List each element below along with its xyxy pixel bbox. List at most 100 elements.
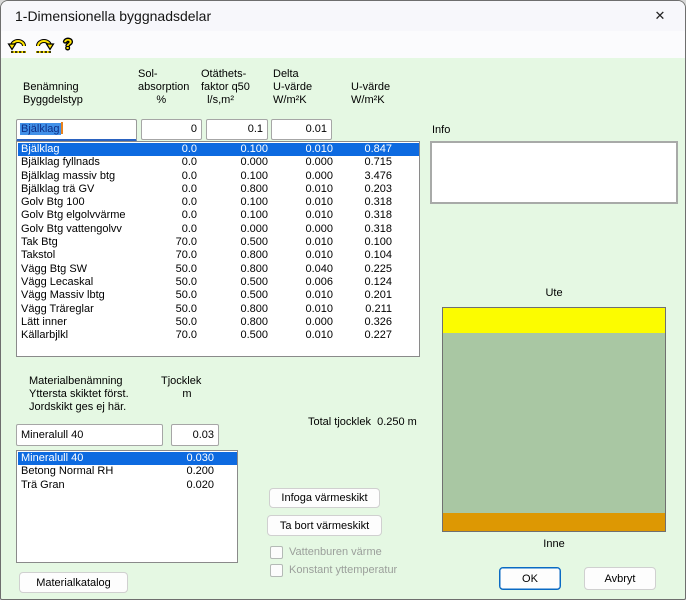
part-name-cell: Källarbjlkl <box>18 329 128 342</box>
part-name-cell: Vägg Lecaskal <box>18 276 128 289</box>
thickness-header: Tjocklek m <box>161 375 201 401</box>
building-part-row[interactable]: Källarbjlkl 70.0 0.500 0.010 0.227 <box>18 329 419 342</box>
part-sol-cell: 50.0 <box>128 289 197 302</box>
material-thickness-cell: 0.030 <box>158 452 214 465</box>
material-row[interactable]: Mineralull 40 0.030 <box>18 452 237 465</box>
building-part-row[interactable]: Bjälklag fyllnads 0.0 0.000 0.000 0.715 <box>18 156 419 169</box>
part-name-cell: Golv Btg 100 <box>18 196 128 209</box>
building-part-row[interactable]: Golv Btg 100 0.0 0.100 0.010 0.318 <box>18 196 419 209</box>
part-delta-cell: 0.010 <box>268 289 333 302</box>
part-name-cell: Vägg Massiv lbtg <box>18 289 128 302</box>
material-name-cell: Trä Gran <box>18 479 158 492</box>
part-name-cell: Bjälklag <box>18 143 128 156</box>
part-delta-cell: 0.000 <box>268 156 333 169</box>
header-uvarde: U-värde W/m²K <box>351 81 390 107</box>
building-part-row[interactable]: Takstol 70.0 0.800 0.010 0.104 <box>18 249 419 262</box>
part-u-cell: 0.318 <box>333 209 392 222</box>
part-q50-cell: 0.800 <box>197 303 268 316</box>
building-part-row[interactable]: Bjälklag massiv btg 0.0 0.100 0.000 3.47… <box>18 170 419 183</box>
building-part-row[interactable]: Vägg Massiv lbtg 50.0 0.500 0.010 0.201 <box>18 289 419 302</box>
insert-heat-layer-button[interactable]: Infoga värmeskikt <box>269 488 380 508</box>
part-sol-cell: 70.0 <box>128 329 197 342</box>
part-delta-cell: 0.000 <box>268 170 333 183</box>
part-q50-cell: 0.100 <box>197 196 268 209</box>
part-delta-cell: 0.010 <box>268 183 333 196</box>
part-name-cell: Bjälklag fyllnads <box>18 156 128 169</box>
part-sol-cell: 0.0 <box>128 209 197 222</box>
part-u-cell: 0.847 <box>333 143 392 156</box>
layer-band-inner <box>443 513 665 531</box>
part-sol-cell: 50.0 <box>128 316 197 329</box>
part-q50-cell: 0.800 <box>197 249 268 262</box>
part-sol-cell: 50.0 <box>128 276 197 289</box>
material-thickness-cell: 0.200 <box>158 465 214 478</box>
text-caret <box>61 122 63 134</box>
material-row[interactable]: Betong Normal RH 0.200 <box>18 465 237 478</box>
part-q50-cell: 0.000 <box>197 156 268 169</box>
part-delta-cell: 0.010 <box>268 236 333 249</box>
part-delta-cell: 0.010 <box>268 303 333 316</box>
diagram-inside-label: Inne <box>442 538 666 550</box>
part-sol-cell: 0.0 <box>128 196 197 209</box>
remove-heat-layer-button[interactable]: Ta bort värmeskikt <box>267 515 382 536</box>
redo-button[interactable] <box>32 34 56 55</box>
part-delta-cell: 0.010 <box>268 196 333 209</box>
water-heating-label: Vattenburen värme <box>289 546 382 559</box>
building-part-list[interactable]: Bjälklag 0.0 0.100 0.010 0.847 Bjälklag … <box>16 141 420 357</box>
part-q50-cell: 0.800 <box>197 263 268 276</box>
part-q50-cell: 0.800 <box>197 316 268 329</box>
part-delta-cell: 0.010 <box>268 209 333 222</box>
part-q50-cell: 0.500 <box>197 329 268 342</box>
part-sol-cell: 70.0 <box>128 236 197 249</box>
building-part-row[interactable]: Bjälklag trä GV 0.0 0.800 0.010 0.203 <box>18 183 419 196</box>
part-sol-cell: 0.0 <box>128 223 197 236</box>
close-button[interactable]: ✕ <box>639 2 681 30</box>
ok-button[interactable]: OK <box>499 567 561 590</box>
part-u-cell: 3.476 <box>333 170 392 183</box>
info-box[interactable] <box>430 141 678 204</box>
part-q50-cell: 0.100 <box>197 170 268 183</box>
part-delta-cell: 0.000 <box>268 316 333 329</box>
help-icon: ? <box>63 37 72 52</box>
building-part-row[interactable]: Bjälklag 0.0 0.100 0.010 0.847 <box>18 143 419 156</box>
material-thickness-input[interactable]: 0.03 <box>171 424 219 446</box>
part-q50-cell: 0.500 <box>197 236 268 249</box>
building-part-row[interactable]: Tak Btg 70.0 0.500 0.010 0.100 <box>18 236 419 249</box>
material-list[interactable]: Mineralull 40 0.030 Betong Normal RH 0.2… <box>16 450 238 563</box>
header-solabsorption: Sol- absorption % <box>138 68 189 107</box>
building-part-row[interactable]: Vägg Träreglar 50.0 0.800 0.010 0.211 <box>18 303 419 316</box>
constant-temp-checkbox <box>270 564 283 577</box>
q50-input[interactable]: 0.1 <box>206 119 268 140</box>
building-part-row[interactable]: Golv Btg elgolvvärme 0.0 0.100 0.010 0.3… <box>18 209 419 222</box>
undo-button[interactable] <box>6 34 30 55</box>
cancel-button[interactable]: Avbryt <box>584 567 656 590</box>
part-name-input[interactable]: Bjälklag <box>16 119 137 142</box>
building-part-row[interactable]: Vägg Btg SW 50.0 0.800 0.040 0.225 <box>18 263 419 276</box>
sol-absorption-input[interactable]: 0 <box>141 119 202 140</box>
help-button[interactable]: ? <box>56 34 80 55</box>
part-sol-cell: 0.0 <box>128 156 197 169</box>
info-label: Info <box>432 124 450 136</box>
material-name-cell: Betong Normal RH <box>18 465 158 478</box>
material-row[interactable]: Trä Gran 0.020 <box>18 479 237 492</box>
part-name-cell: Tak Btg <box>18 236 128 249</box>
part-u-cell: 0.225 <box>333 263 392 276</box>
part-sol-cell: 50.0 <box>128 263 197 276</box>
title-bar: 1-Dimensionella byggnadsdelar ✕ <box>1 1 685 31</box>
delta-uvarde-input[interactable]: 0.01 <box>271 119 332 140</box>
building-part-row[interactable]: Lätt inner 50.0 0.800 0.000 0.326 <box>18 316 419 329</box>
building-part-row[interactable]: Vägg Lecaskal 50.0 0.500 0.006 0.124 <box>18 276 419 289</box>
material-name-cell: Mineralull 40 <box>18 452 158 465</box>
material-name-input[interactable]: Mineralull 40 <box>16 424 163 446</box>
part-u-cell: 0.100 <box>333 236 392 249</box>
part-sol-cell: 0.0 <box>128 170 197 183</box>
part-u-cell: 0.104 <box>333 249 392 262</box>
material-catalog-button[interactable]: Materialkatalog <box>19 572 128 593</box>
part-sol-cell: 70.0 <box>128 249 197 262</box>
material-header: Materialbenämning Yttersta skiktet först… <box>29 375 129 414</box>
part-u-cell: 0.227 <box>333 329 392 342</box>
material-thickness-cell: 0.020 <box>158 479 214 492</box>
layer-band-outer <box>443 308 665 333</box>
building-part-row[interactable]: Golv Btg vattengolvv 0.0 0.000 0.000 0.3… <box>18 223 419 236</box>
part-name-cell: Takstol <box>18 249 128 262</box>
